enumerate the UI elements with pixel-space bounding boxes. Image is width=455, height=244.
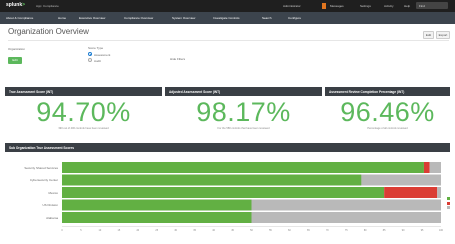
bar-segment[interactable]	[62, 199, 252, 211]
legend-swatch	[447, 201, 450, 205]
x-tick-label: 15	[117, 228, 121, 232]
x-tick-label: 90	[401, 228, 405, 232]
nav-item-home[interactable]: Home	[58, 16, 66, 20]
help-menu[interactable]: Help	[404, 4, 410, 8]
nav-item-configure[interactable]: Configure	[288, 16, 301, 20]
page-title: Organization Overview	[8, 27, 89, 36]
kpi-2-value: 98.17%	[196, 97, 291, 127]
kpi-3-subtitle: Percentage of all controls reviewed	[367, 127, 408, 130]
app-selector[interactable]: App: Compliance	[36, 4, 59, 8]
logo-text: splunk	[6, 2, 23, 8]
x-tick-label: 20	[136, 228, 140, 232]
messages-menu[interactable]: Messages	[330, 4, 344, 8]
category-label: US Division	[42, 203, 58, 207]
logo-mark: >	[22, 2, 26, 8]
messages-badge	[322, 2, 326, 9]
bar-segment[interactable]	[361, 174, 441, 186]
kpi-3-title: Assessment Review Completion Percentage …	[325, 87, 450, 96]
kpi-2-title: Adjusted Assessment Score (INT)	[165, 87, 322, 96]
x-tick-label: 65	[307, 228, 310, 232]
x-tick-label: 80	[363, 228, 367, 232]
kpi-1-title: True Assessment Score (INT)	[5, 87, 162, 96]
x-tick-label: 100	[439, 228, 443, 232]
bar-segment[interactable]	[251, 212, 442, 223]
export-button[interactable]: Export	[436, 31, 450, 39]
x-tick-label: 85	[382, 228, 386, 232]
x-tick-label: 5	[80, 228, 82, 232]
bar-segment[interactable]	[423, 162, 430, 173]
kpi-1-subtitle: 390 out of 400 controls have been review…	[58, 127, 109, 130]
x-tick-label: 25	[155, 228, 159, 232]
x-tick-label: 50	[250, 228, 253, 232]
radio-assessment[interactable]	[88, 52, 92, 56]
nav-item-search[interactable]: Search	[262, 16, 272, 20]
category-label: Security Shared Services	[24, 165, 58, 170]
legend-swatch	[447, 197, 450, 200]
bar-segment[interactable]	[62, 187, 385, 198]
x-tick-label: 60	[288, 228, 291, 232]
settings-menu[interactable]: Settings	[360, 4, 371, 8]
category-label: Mexico	[48, 190, 58, 195]
x-tick-label: 55	[269, 228, 272, 232]
x-tick-label: 40	[212, 228, 215, 232]
edit-button[interactable]: Edit	[423, 31, 434, 39]
bar-segment[interactable]	[62, 212, 252, 223]
nav-item-executive-overview[interactable]: Executive Overview	[79, 16, 105, 20]
title-divider	[8, 40, 449, 41]
top-bar: splunk> App: Compliance Administrator Me…	[0, 0, 455, 12]
x-tick-label: 70	[325, 228, 329, 232]
radio-audit-label: Audit	[94, 58, 101, 63]
hide-filters-link[interactable]: Hide Filters	[170, 57, 185, 61]
activity-menu[interactable]: Activity	[384, 4, 394, 8]
bar-segment[interactable]	[62, 174, 362, 186]
splunk-logo[interactable]: splunk>	[6, 2, 25, 8]
organization-label: Organization	[8, 47, 26, 51]
nav-item-system-overview[interactable]: System Overview	[172, 16, 195, 20]
bar-segment[interactable]	[384, 187, 438, 198]
kpi-1-value: 94.70%	[36, 97, 131, 127]
radio-assessment-label: Assessment	[94, 52, 111, 57]
kpi-3-value: 96.46%	[340, 97, 435, 127]
x-tick-label: 10	[98, 228, 102, 232]
nav-item-about[interactable]: About & Compliance	[6, 16, 33, 20]
nav-item-compliance-overview[interactable]: Compliance Overview	[124, 16, 153, 20]
chart-title: Sub Organization True Assessment Scores	[5, 143, 450, 152]
category-label: Alabama	[46, 215, 58, 220]
legend-swatch	[447, 206, 450, 209]
x-tick-label: 35	[193, 228, 196, 232]
submit-button[interactable]: Edit	[8, 57, 22, 64]
kpi-2-subtitle: For the 580 controls that have been revi…	[217, 127, 270, 130]
category-label: Cybersecurity Center	[29, 178, 58, 182]
x-tick-label: 45	[231, 228, 234, 232]
score-type-label: Score Type	[88, 46, 104, 50]
x-tick-label: 75	[344, 228, 348, 232]
user-menu[interactable]: Administrator	[283, 4, 301, 8]
bar-segment[interactable]	[437, 187, 441, 198]
app-nav-bar: About & Compliance Home Executive Overvi…	[0, 12, 455, 24]
x-tick-label: 95	[420, 228, 424, 232]
nav-item-investigate-controls[interactable]: Investigate Controls	[213, 16, 240, 20]
bar-segment[interactable]	[251, 199, 442, 211]
bar-segment[interactable]	[429, 162, 441, 173]
x-tick-label: 0	[61, 228, 63, 232]
x-tick-label: 30	[174, 228, 178, 232]
radio-audit[interactable]	[88, 58, 92, 62]
bar-segment[interactable]	[62, 162, 424, 173]
find-input[interactable]: Find	[416, 2, 448, 9]
